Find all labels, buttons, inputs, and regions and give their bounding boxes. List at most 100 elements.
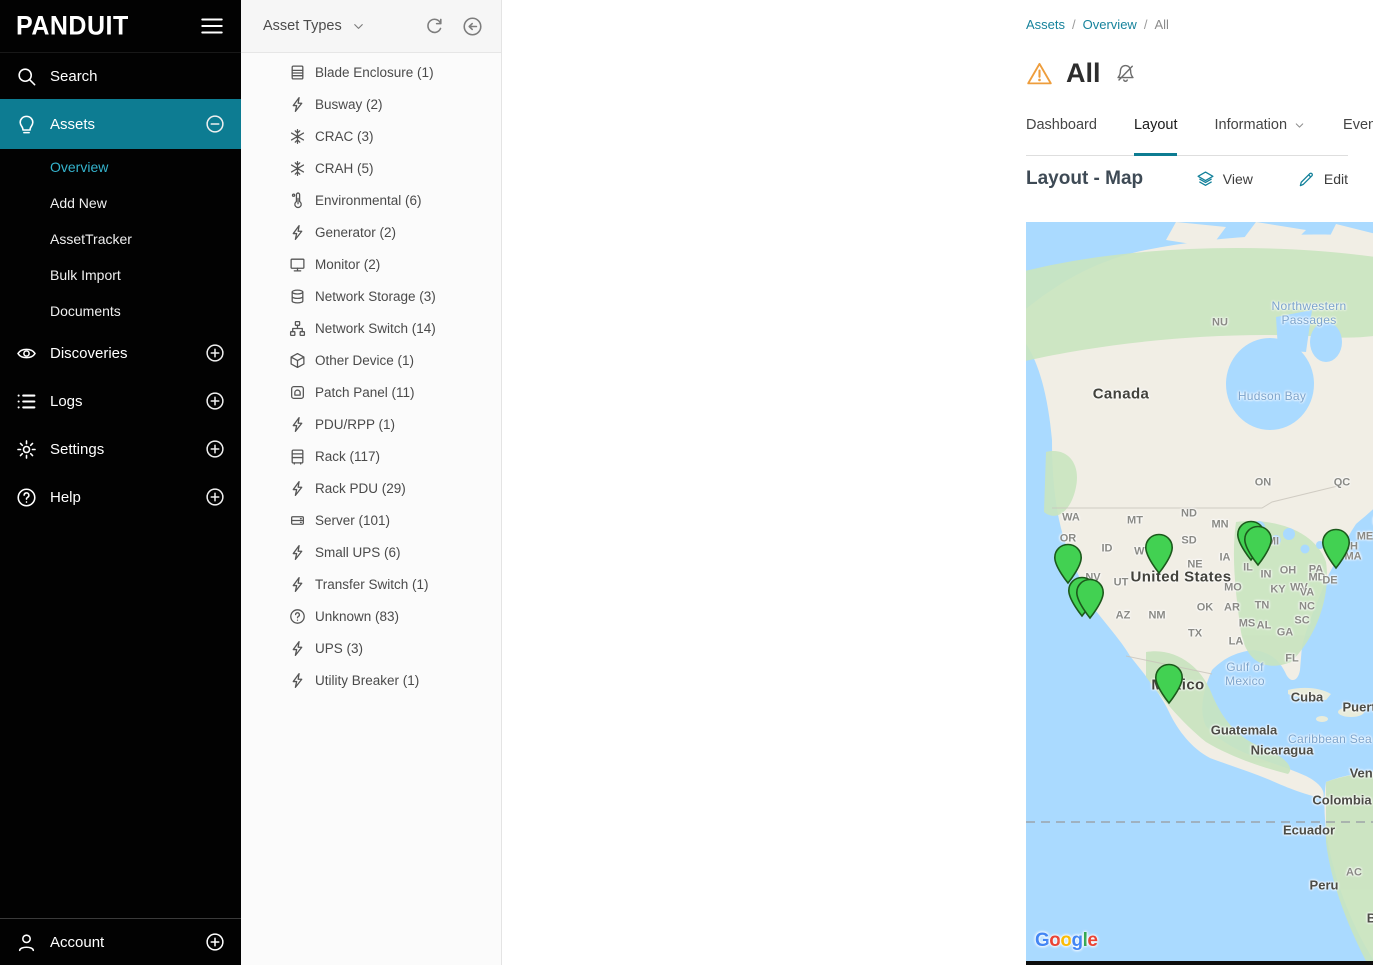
breadcrumb-all: All xyxy=(1154,17,1168,32)
asset-type-label: Other Device (1) xyxy=(315,353,414,368)
expand-icon[interactable] xyxy=(205,391,225,411)
list-icon xyxy=(16,391,37,412)
tab-events[interactable]: Events xyxy=(1343,109,1373,155)
sidebar-item-settings[interactable]: Settings xyxy=(0,425,241,473)
tab-layout[interactable]: Layout xyxy=(1134,109,1178,155)
map-marker-7[interactable] xyxy=(1321,528,1351,570)
asset-type-label: PDU/RPP (1) xyxy=(315,417,395,432)
asset-type-label: Small UPS (6) xyxy=(315,545,401,560)
tab-label: Information xyxy=(1214,117,1287,133)
sidebar-item-label: Help xyxy=(50,489,81,506)
sidebar-subitem-add-new[interactable]: Add New xyxy=(0,185,241,221)
sidebar-item-help[interactable]: Help xyxy=(0,473,241,521)
map-marker-8[interactable] xyxy=(1154,663,1184,705)
asset-type-pdu-rpp[interactable]: PDU/RPP (1) xyxy=(241,408,501,440)
sidebar-subitem-assettracker[interactable]: AssetTracker xyxy=(0,221,241,257)
google-logo[interactable]: Google xyxy=(1035,930,1097,952)
asset-type-network-switch[interactable]: Network Switch (14) xyxy=(241,312,501,344)
asset-type-other-device[interactable]: Other Device (1) xyxy=(241,344,501,376)
asset-type-environmental[interactable]: Environmental (6) xyxy=(241,184,501,216)
sidebar-header: PANDUIT xyxy=(0,0,241,53)
asset-type-busway[interactable]: Busway (2) xyxy=(241,88,501,120)
bell-muted-icon[interactable] xyxy=(1115,63,1136,84)
breadcrumb-assets[interactable]: Assets xyxy=(1026,17,1065,32)
search-icon xyxy=(16,66,37,87)
asset-type-crah[interactable]: CRAH (5) xyxy=(241,152,501,184)
expand-icon[interactable] xyxy=(205,932,225,952)
asset-type-network-storage[interactable]: Network Storage (3) xyxy=(241,280,501,312)
chevron-down-icon xyxy=(1293,119,1306,132)
map-marker-4[interactable] xyxy=(1144,533,1174,575)
expand-icon[interactable] xyxy=(205,439,225,459)
sidebar-item-discoveries[interactable]: Discoveries xyxy=(0,329,241,377)
asset-type-unknown[interactable]: Unknown (83) xyxy=(241,600,501,632)
sidebar-sections: DiscoveriesLogs Settings Help xyxy=(0,329,241,521)
asset-type-label: Rack (117) xyxy=(315,449,380,464)
server-icon xyxy=(289,512,306,529)
asset-type-generator[interactable]: Generator (2) xyxy=(241,216,501,248)
asset-type-label: UPS (3) xyxy=(315,641,363,656)
sidebar-item-label: Settings xyxy=(50,441,104,458)
sidebar-item-account[interactable]: Account xyxy=(0,918,241,965)
asset-type-ups[interactable]: UPS (3) xyxy=(241,632,501,664)
tab-label: Dashboard xyxy=(1026,117,1097,133)
asset-type-label: CRAH (5) xyxy=(315,161,374,176)
sidebar-subitem-documents[interactable]: Documents xyxy=(0,293,241,329)
edit-button[interactable]: Edit xyxy=(1297,170,1348,189)
section-title: Layout - Map xyxy=(1026,168,1143,190)
refresh-icon[interactable] xyxy=(424,16,445,37)
main-content: Assets/Overview/All All DashboardLayoutI… xyxy=(501,0,1373,965)
sidebar-item-logs[interactable]: Logs xyxy=(0,377,241,425)
asset-type-utility-breaker[interactable]: Utility Breaker (1) xyxy=(241,664,501,696)
map-marker-6[interactable] xyxy=(1243,525,1273,567)
asset-type-server[interactable]: Server (101) xyxy=(241,504,501,536)
tab-bar: DashboardLayoutInformationEventsAccess C… xyxy=(1026,109,1348,156)
gear-icon xyxy=(16,439,37,460)
sidebar-subitem-overview[interactable]: Overview xyxy=(0,149,241,185)
window-edge xyxy=(1026,961,1373,965)
asset-types-title[interactable]: Asset Types xyxy=(263,18,342,34)
map-marker-3[interactable] xyxy=(1075,578,1105,620)
chevron-down-icon[interactable] xyxy=(351,19,366,34)
collapse-panel-icon[interactable] xyxy=(462,16,483,37)
expand-icon[interactable] xyxy=(205,487,225,507)
asset-type-label: Blade Enclosure (1) xyxy=(315,65,434,80)
person-icon xyxy=(16,932,37,953)
snowflake-icon xyxy=(289,160,306,177)
bolt-icon xyxy=(289,224,306,241)
tab-label: Events xyxy=(1343,117,1373,133)
asset-type-rack[interactable]: Rack (117) xyxy=(241,440,501,472)
thermometer-icon xyxy=(289,192,306,209)
asset-type-rack-pdu[interactable]: Rack PDU (29) xyxy=(241,472,501,504)
view-button[interactable]: View xyxy=(1196,170,1253,189)
bolt-icon xyxy=(289,672,306,689)
breadcrumb-overview[interactable]: Overview xyxy=(1083,17,1137,32)
sidebar-item-assets[interactable]: Assets xyxy=(0,99,241,149)
asset-type-patch-panel[interactable]: Patch Panel (11) xyxy=(241,376,501,408)
asset-type-label: Utility Breaker (1) xyxy=(315,673,419,688)
eye-icon xyxy=(16,343,37,364)
assets-submenu: OverviewAdd NewAssetTrackerBulk ImportDo… xyxy=(0,149,241,329)
expand-icon[interactable] xyxy=(205,343,225,363)
tab-information[interactable]: Information xyxy=(1214,109,1306,155)
bolt-icon xyxy=(289,96,306,113)
asset-type-small-ups[interactable]: Small UPS (6) xyxy=(241,536,501,568)
sidebar-item-label: Assets xyxy=(50,116,95,133)
bolt-icon xyxy=(289,416,306,433)
title-row: All xyxy=(1026,58,1136,89)
tab-dashboard[interactable]: Dashboard xyxy=(1026,109,1097,155)
asset-type-monitor[interactable]: Monitor (2) xyxy=(241,248,501,280)
collapse-icon[interactable] xyxy=(205,114,225,134)
asset-type-transfer-switch[interactable]: Transfer Switch (1) xyxy=(241,568,501,600)
sidebar-subitem-bulk-import[interactable]: Bulk Import xyxy=(0,257,241,293)
sidebar-item-search[interactable]: Search xyxy=(0,53,241,99)
breadcrumb-separator: / xyxy=(1072,17,1076,32)
network-icon xyxy=(289,320,306,337)
sidebar: PANDUIT Search Assets OverviewAdd NewAss… xyxy=(0,0,241,965)
asset-type-crac[interactable]: CRAC (3) xyxy=(241,120,501,152)
hamburger-menu-icon[interactable] xyxy=(199,13,225,39)
map-canvas[interactable]: CanadaUnited StatesMexicoBrazilGreenland… xyxy=(1026,222,1373,961)
bolt-icon xyxy=(289,544,306,561)
asset-type-label: Rack PDU (29) xyxy=(315,481,406,496)
asset-type-blade-enclosure[interactable]: Blade Enclosure (1) xyxy=(241,56,501,88)
